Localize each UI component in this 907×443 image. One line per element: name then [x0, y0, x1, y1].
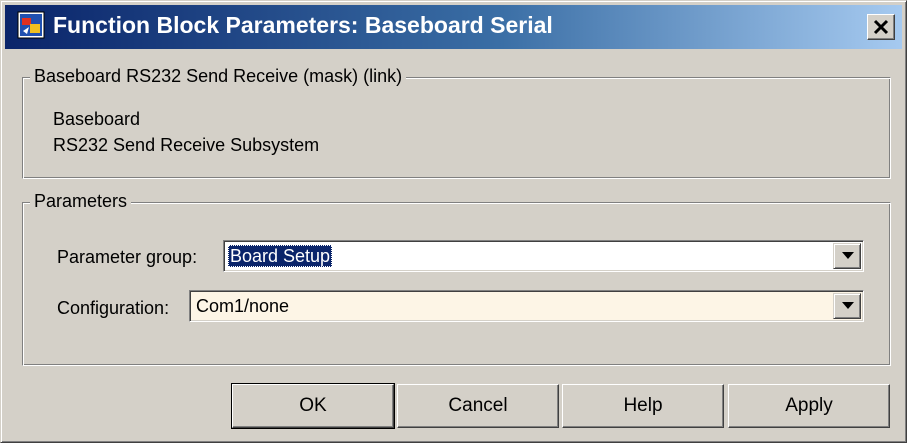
- window-title: Function Block Parameters: Baseboard Ser…: [53, 12, 553, 38]
- parameter-group-label: Parameter group:: [57, 247, 198, 267]
- help-button[interactable]: Help: [562, 384, 724, 428]
- dialog-window: Function Block Parameters: Baseboard Ser…: [0, 0, 907, 443]
- block-description-group: Baseboard RS232 Send Receive (mask) (lin…: [22, 65, 891, 179]
- configuration-label: Configuration:: [57, 298, 170, 318]
- apply-button[interactable]: Apply: [728, 384, 890, 428]
- parameters-group: Parameters Parameter group: Board Setup …: [22, 190, 891, 366]
- parameter-group-dropdown[interactable]: Board Setup: [223, 240, 864, 272]
- group-frame: [22, 202, 891, 366]
- title-bar[interactable]: Function Block Parameters: Baseboard Ser…: [5, 5, 902, 49]
- configuration-dropdown-button[interactable]: [833, 293, 861, 319]
- cancel-button[interactable]: Cancel: [397, 384, 559, 428]
- ok-button[interactable]: OK: [231, 383, 395, 429]
- simulink-block-icon: [17, 11, 45, 39]
- chevron-down-icon: [842, 302, 854, 309]
- parameter-group-dropdown-button[interactable]: [833, 243, 861, 269]
- parameter-group-value: Board Setup: [228, 245, 333, 267]
- close-button[interactable]: [867, 14, 895, 40]
- chevron-down-icon: [842, 252, 854, 259]
- block-description-legend: Baseboard RS232 Send Receive (mask) (lin…: [30, 65, 407, 87]
- parameters-legend: Parameters: [30, 190, 132, 212]
- group-frame: [22, 77, 891, 179]
- configuration-value: Com1/none: [196, 296, 290, 316]
- description-line-1: Baseboard: [53, 109, 141, 129]
- configuration-dropdown[interactable]: Com1/none: [189, 290, 864, 322]
- description-line-2: RS232 Send Receive Subsystem: [53, 135, 320, 155]
